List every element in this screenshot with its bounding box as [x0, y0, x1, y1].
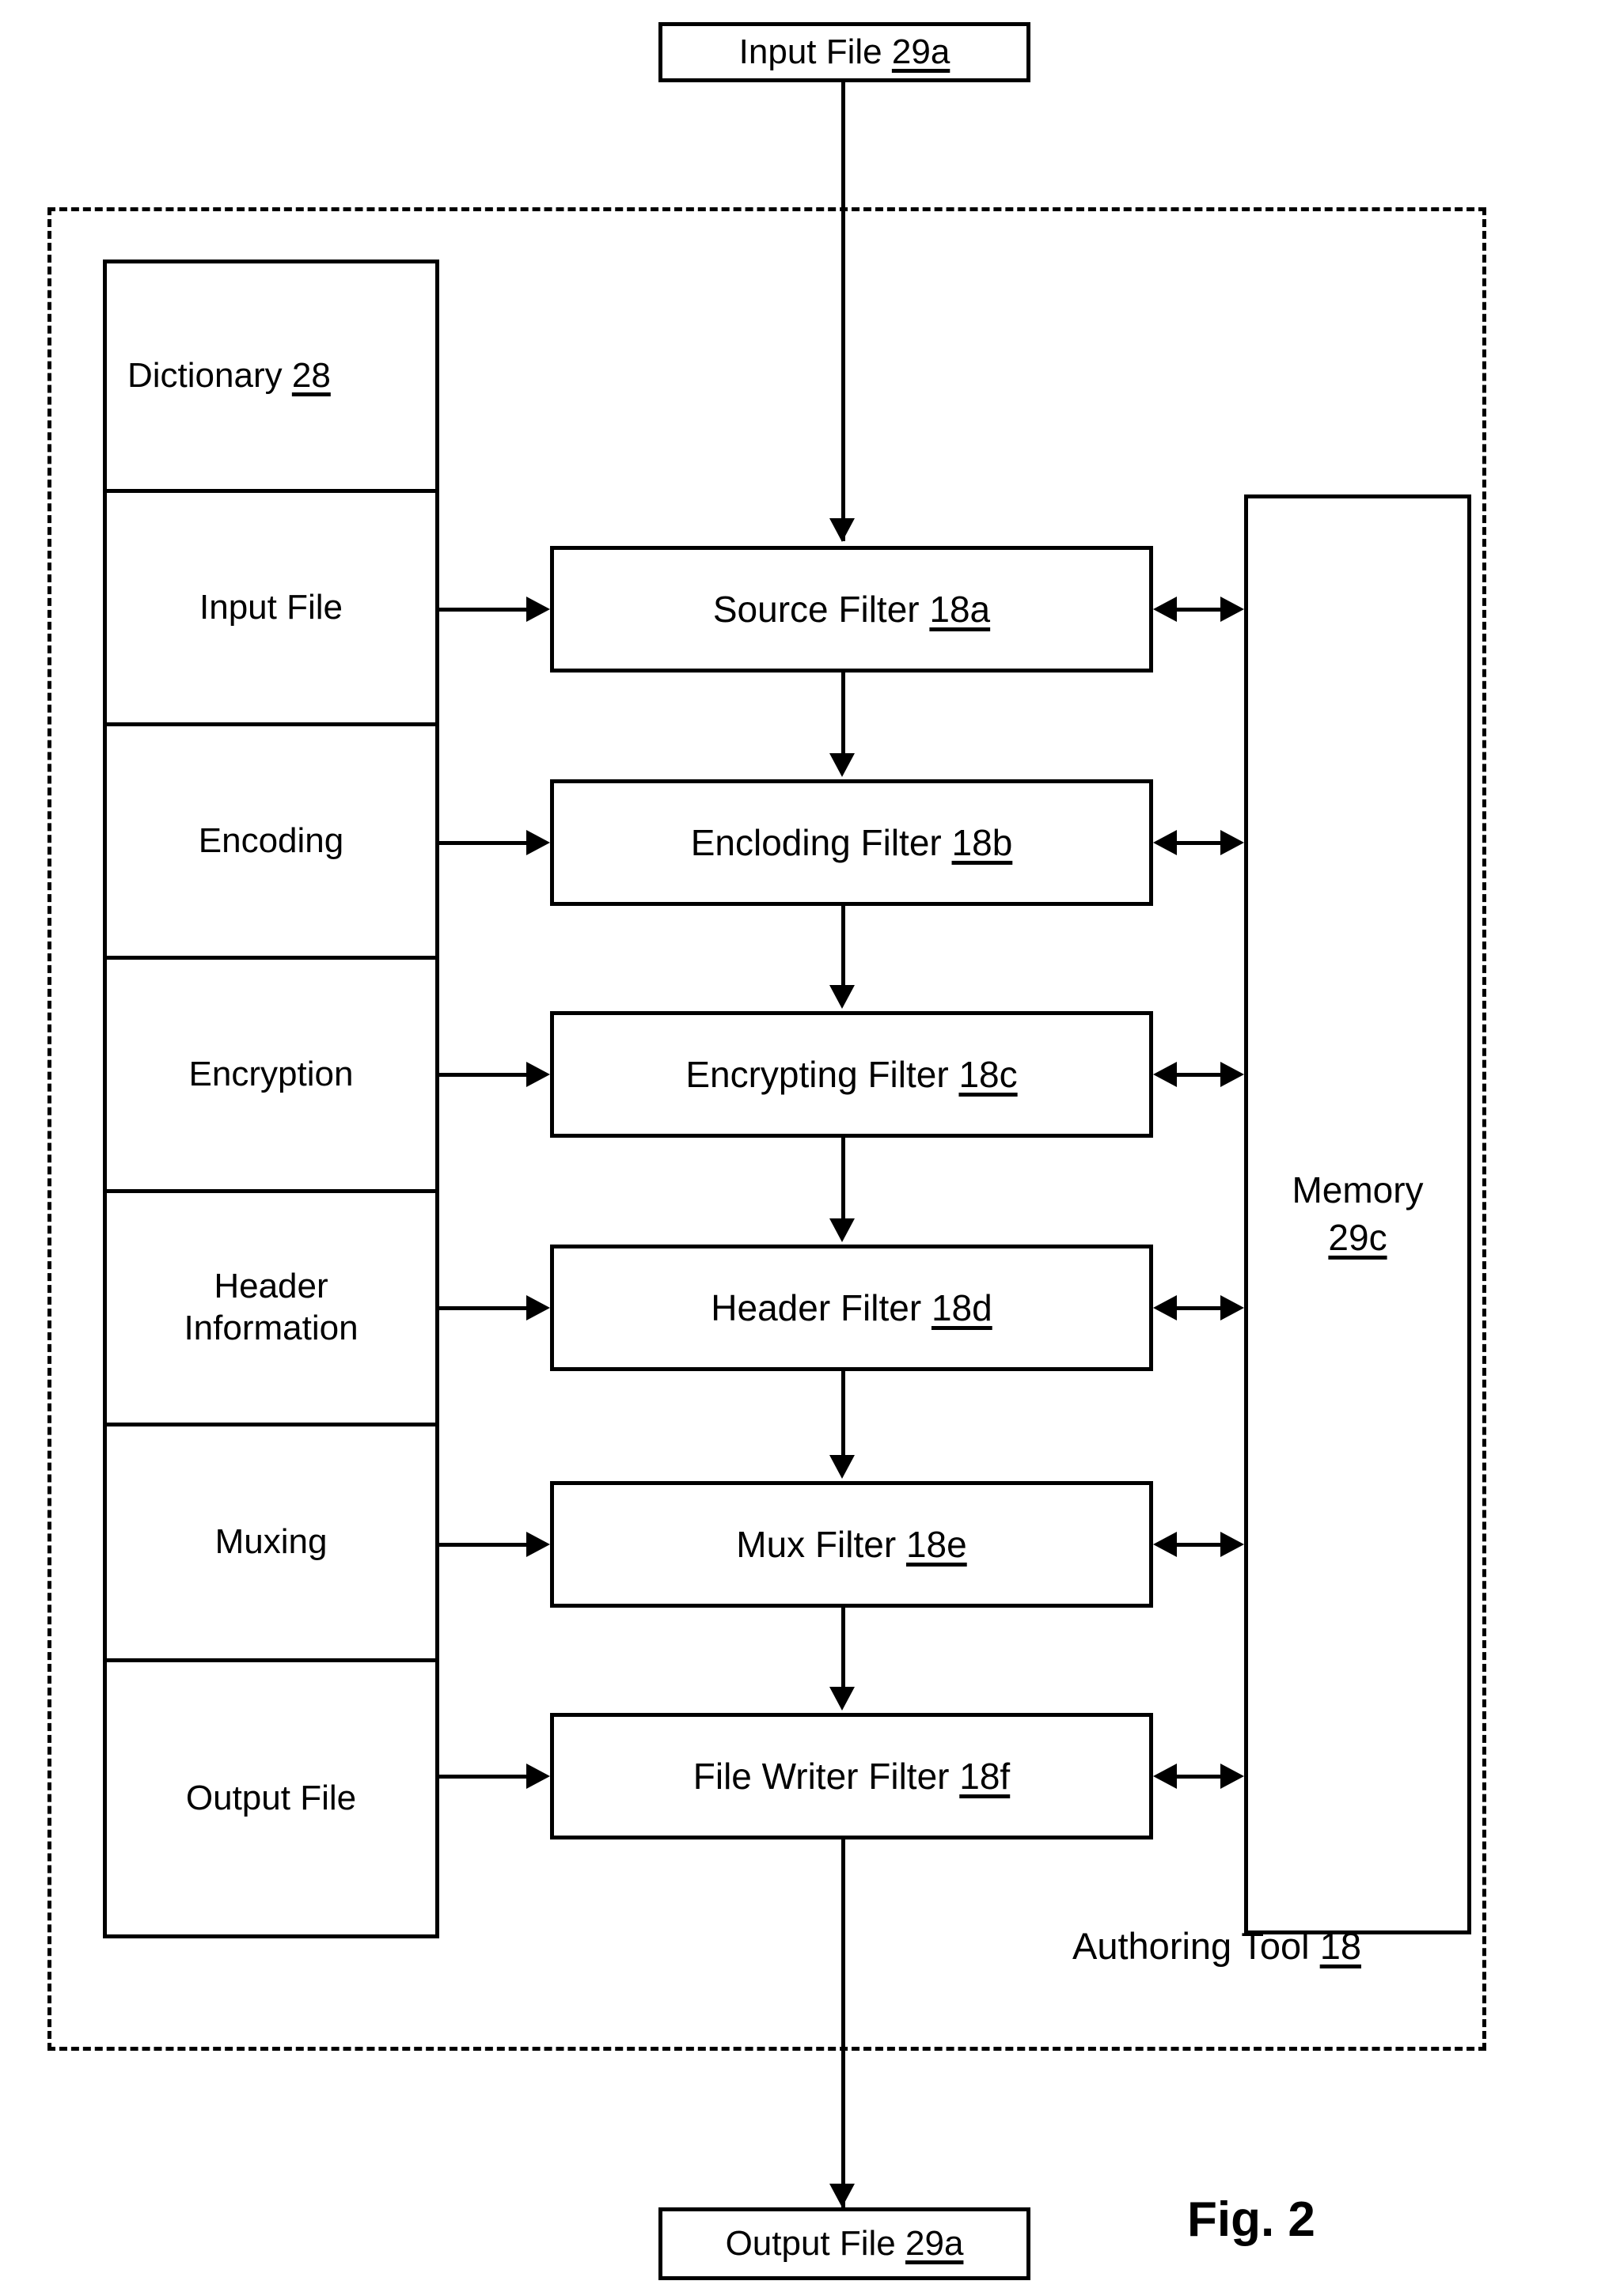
mux-filter-label: Mux Filter 18e: [728, 1523, 974, 1566]
input-file-ref: 29a: [891, 32, 950, 72]
figure-caption: Fig. 2: [1187, 2192, 1315, 2247]
input-file-label: Input File 29a: [731, 32, 958, 73]
encrypting-filter-label: Encrypting Filter 18c: [677, 1053, 1025, 1096]
arrow-dict-to-encrypting-filter-icon: [526, 1062, 550, 1087]
arrow-dict-to-encoding-filter-icon: [526, 830, 550, 855]
arrow-memory-to-encrypting-filter-icon: [1153, 1062, 1177, 1087]
arrow-memory-to-file-writer-filter-icon: [1153, 1764, 1177, 1789]
mux-filter-text: Mux Filter: [736, 1523, 906, 1565]
arrow-source-to-encoding-filter-icon: [829, 753, 855, 777]
connector-dict-header-info-to-header-filter: [439, 1306, 528, 1310]
header-filter-ref: 18d: [931, 1286, 992, 1328]
connector-mux-to-file-writer-filter: [841, 1608, 845, 1687]
connector-dict-input-file-to-source-filter: [439, 608, 528, 612]
output-file-label: Output File 29a: [718, 2223, 972, 2264]
encoding-filter-box: Encloding Filter 18b: [550, 779, 1153, 906]
memory-box: Memory 29c: [1244, 494, 1471, 1934]
memory-label: Memory 29c: [1292, 1167, 1423, 1262]
arrow-memory-to-mux-filter-icon: [1153, 1532, 1177, 1557]
encoding-filter-text: Encloding Filter: [690, 821, 952, 863]
arrow-dict-to-file-writer-filter-icon: [526, 1764, 550, 1789]
connector-encrypting-filter-to-memory: [1177, 1073, 1221, 1077]
file-writer-filter-ref: 18f: [959, 1755, 1011, 1797]
connector-dict-encoding-to-encoding-filter: [439, 841, 528, 845]
dictionary-table: Dictionary 28 Input File Encoding Encryp…: [103, 260, 439, 1938]
connector-file-writer-to-output-file: [841, 1839, 845, 2207]
source-filter-label: Source Filter 18a: [705, 588, 998, 631]
connector-dict-encryption-to-encrypting-filter: [439, 1073, 528, 1077]
encrypting-filter-box: Encrypting Filter 18c: [550, 1011, 1153, 1138]
mux-filter-ref: 18e: [905, 1523, 967, 1565]
arrow-memory-to-header-filter-icon: [1153, 1295, 1177, 1320]
dictionary-row-label: Muxing: [214, 1522, 328, 1562]
arrow-encoding-filter-to-memory-icon: [1220, 830, 1244, 855]
arrow-dict-to-mux-filter-icon: [526, 1532, 550, 1557]
source-filter-box: Source Filter 18a: [550, 546, 1153, 673]
mux-filter-box: Mux Filter 18e: [550, 1481, 1153, 1608]
arrow-encoding-to-encrypting-filter-icon: [829, 985, 855, 1009]
input-file-text: Input File: [738, 32, 892, 72]
dictionary-row-encryption[interactable]: Encryption: [107, 960, 435, 1193]
arrow-header-filter-to-memory-icon: [1220, 1295, 1244, 1320]
dictionary-row-label: Encoding: [198, 820, 344, 860]
memory-ref: 29c: [1328, 1217, 1387, 1258]
connector-dict-muxing-to-mux-filter: [439, 1543, 528, 1547]
connector-mux-filter-to-memory: [1177, 1543, 1221, 1547]
arrow-encrypting-to-header-filter-icon: [829, 1218, 855, 1242]
encrypting-filter-text: Encrypting Filter: [685, 1053, 959, 1095]
encrypting-filter-ref: 18c: [958, 1053, 1018, 1095]
arrow-mux-filter-to-memory-icon: [1220, 1532, 1244, 1557]
connector-source-to-encoding-filter: [841, 673, 845, 753]
file-writer-filter-text: File Writer Filter: [692, 1755, 960, 1797]
connector-source-filter-to-memory: [1177, 608, 1221, 612]
arrow-source-filter-to-memory-icon: [1220, 597, 1244, 622]
dictionary-row-output-file[interactable]: Output File: [107, 1662, 435, 1934]
header-filter-box: Header Filter 18d: [550, 1245, 1153, 1371]
arrow-memory-to-source-filter-icon: [1153, 597, 1177, 622]
connector-header-filter-to-memory: [1177, 1306, 1221, 1310]
output-file-ref: 29a: [905, 2224, 964, 2264]
dictionary-header-text: Dictionary: [127, 356, 292, 396]
arrow-header-to-mux-filter-icon: [829, 1455, 855, 1479]
dictionary-header-cell: Dictionary 28: [107, 263, 435, 493]
arrow-dict-to-source-filter-icon: [526, 597, 550, 622]
input-file-box: Input File 29a: [658, 22, 1030, 82]
dictionary-header-ref: 28: [291, 356, 331, 396]
dictionary-row-label: Output File: [185, 1778, 357, 1817]
memory-text: Memory: [1292, 1169, 1424, 1211]
arrow-file-writer-filter-to-memory-icon: [1220, 1764, 1244, 1789]
dictionary-row-label: Header Information: [184, 1267, 359, 1347]
output-file-text: Output File: [725, 2224, 905, 2264]
header-filter-text: Header Filter: [711, 1286, 932, 1328]
dictionary-row-label: Input File: [199, 587, 343, 627]
figure-sheet: Input File 29a Authoring Tool 18 Diction…: [0, 0, 1605, 2296]
header-filter-label: Header Filter 18d: [703, 1286, 1000, 1329]
arrow-encrypting-filter-to-memory-icon: [1220, 1062, 1244, 1087]
arrow-dict-to-header-filter-icon: [526, 1295, 550, 1320]
dictionary-row-header-information[interactable]: Header Information: [107, 1193, 435, 1426]
encoding-filter-ref: 18b: [951, 821, 1013, 863]
connector-file-writer-filter-to-memory: [1177, 1775, 1221, 1779]
connector-encoding-filter-to-memory: [1177, 841, 1221, 845]
arrow-mux-to-file-writer-filter-icon: [829, 1687, 855, 1711]
encoding-filter-label: Encloding Filter 18b: [683, 821, 1021, 864]
connector-encoding-to-encrypting-filter: [841, 906, 845, 985]
arrow-file-writer-to-output-file-icon: [829, 2184, 855, 2207]
arrow-memory-to-encoding-filter-icon: [1153, 830, 1177, 855]
connector-header-to-mux-filter: [841, 1371, 845, 1455]
file-writer-filter-label: File Writer Filter 18f: [685, 1755, 1018, 1798]
source-filter-ref: 18a: [929, 588, 991, 630]
output-file-box: Output File 29a: [658, 2207, 1030, 2280]
connector-dict-output-file-to-file-writer-filter: [439, 1775, 528, 1779]
dictionary-row-input-file[interactable]: Input File: [107, 493, 435, 726]
file-writer-filter-box: File Writer Filter 18f: [550, 1713, 1153, 1839]
dictionary-row-label: Encryption: [188, 1054, 354, 1093]
dictionary-row-muxing[interactable]: Muxing: [107, 1426, 435, 1662]
connector-encrypting-to-header-filter: [841, 1138, 845, 1218]
dictionary-row-encoding[interactable]: Encoding: [107, 726, 435, 960]
source-filter-text: Source Filter: [712, 588, 930, 630]
